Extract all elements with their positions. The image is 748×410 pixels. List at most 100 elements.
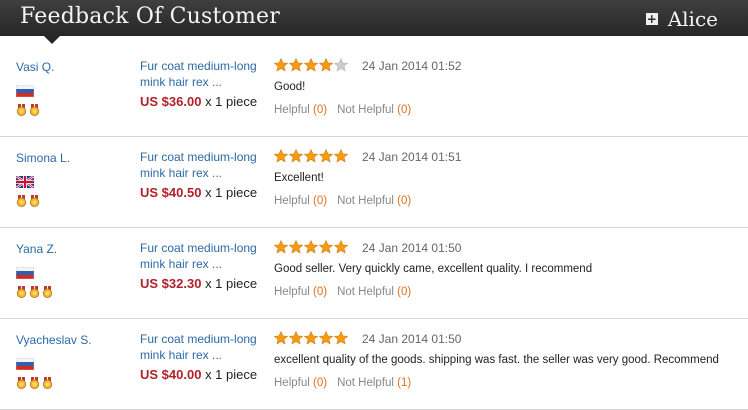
review-date: 24 Jan 2014 01:50 — [362, 332, 462, 346]
helpful-label: Helpful — [274, 195, 310, 207]
quantity-text: x 1 piece — [205, 276, 258, 291]
uk-flag-icon — [16, 176, 34, 188]
feedback-text: Good! — [274, 81, 306, 93]
helpful-button[interactable]: Helpful (0) — [274, 286, 327, 298]
star-filled-icon — [289, 58, 303, 72]
quantity-text: x 1 piece — [205, 94, 258, 109]
star-filled-icon — [304, 58, 318, 72]
helpful-label: Helpful — [274, 104, 310, 116]
page-title: Feedback Of Customer — [20, 4, 280, 29]
review-date: 24 Jan 2014 01:51 — [362, 150, 462, 164]
star-filled-icon — [274, 331, 288, 345]
review-date: 24 Jan 2014 01:50 — [362, 241, 462, 255]
buyer-name-link[interactable]: Yana Z. — [16, 242, 57, 256]
star-filled-icon — [319, 58, 333, 72]
helpful-button[interactable]: Helpful (0) — [274, 377, 327, 389]
medal-icon — [42, 286, 53, 298]
review-date: 24 Jan 2014 01:52 — [362, 59, 462, 73]
russia-flag-icon — [16, 267, 34, 279]
not-helpful-count: (0) — [397, 104, 412, 116]
buyer-medals — [16, 104, 40, 116]
helpful-label: Helpful — [274, 377, 310, 389]
vote-section: Helpful (0) Not Helpful (0) — [274, 286, 421, 298]
buyer-medals — [16, 195, 40, 207]
product-link[interactable]: Fur coat medium-long mink hair rex ... — [140, 240, 268, 272]
medal-icon — [29, 377, 40, 389]
star-filled-icon — [274, 149, 288, 163]
helpful-button[interactable]: Helpful (0) — [274, 195, 327, 207]
not-helpful-button[interactable]: Not Helpful (0) — [337, 104, 411, 116]
russia-flag-icon — [16, 85, 34, 97]
medal-icon — [42, 377, 53, 389]
star-rating — [274, 58, 348, 72]
helpful-label: Helpful — [274, 286, 310, 298]
price-line: US $40.50 x 1 piece — [140, 185, 266, 200]
feedback-text: Good seller. Very quickly came, excellen… — [274, 263, 593, 275]
not-helpful-button[interactable]: Not Helpful (1) — [337, 377, 411, 389]
star-rating — [274, 240, 348, 254]
not-helpful-count: (0) — [397, 195, 412, 207]
medal-icon — [29, 195, 40, 207]
header-pointer — [44, 36, 60, 44]
star-filled-icon — [289, 149, 303, 163]
product-link[interactable]: Fur coat medium-long mink hair rex ... — [140, 149, 268, 181]
price-value: US $32.30 — [140, 276, 202, 291]
price-line: US $32.30 x 1 piece — [140, 276, 266, 291]
star-filled-icon — [334, 149, 348, 163]
medal-icon — [16, 377, 27, 389]
review-row: Vyacheslav S. Fur coat medium-long mink h… — [0, 319, 748, 410]
vote-section: Helpful (0) Not Helpful (0) — [274, 195, 421, 207]
not-helpful-count: (0) — [397, 286, 412, 298]
review-row: Vasi Q. Fur coat medium-long mink hair re… — [0, 46, 748, 137]
star-filled-icon — [334, 240, 348, 254]
not-helpful-count: (1) — [397, 377, 412, 389]
star-rating — [274, 149, 348, 163]
helpful-button[interactable]: Helpful (0) — [274, 104, 327, 116]
medal-icon — [16, 286, 27, 298]
helpful-count: (0) — [313, 195, 328, 207]
star-filled-icon — [289, 331, 303, 345]
helpful-count: (0) — [313, 286, 328, 298]
product-link[interactable]: Fur coat medium-long mink hair rex ... — [140, 331, 268, 363]
star-filled-icon — [319, 331, 333, 345]
buyer-medals — [16, 377, 53, 389]
star-filled-icon — [304, 331, 318, 345]
helpful-count: (0) — [313, 104, 328, 116]
quantity-text: x 1 piece — [205, 367, 258, 382]
buyer-medals — [16, 286, 53, 298]
review-row: Simona L. Fur coat medium-long mink hair … — [0, 137, 748, 228]
price-line: US $40.00 x 1 piece — [140, 367, 266, 382]
not-helpful-button[interactable]: Not Helpful (0) — [337, 286, 411, 298]
product-link[interactable]: Fur coat medium-long mink hair rex ... — [140, 58, 268, 90]
buyer-name-link[interactable]: Vyacheslav S. — [16, 333, 92, 347]
star-empty-icon — [334, 58, 348, 72]
not-helpful-label: Not Helpful — [337, 104, 394, 116]
user-section[interactable]: + Alice — [645, 7, 718, 31]
feedback-text: excellent quality of the goods. shipping… — [274, 354, 719, 366]
price-line: US $36.00 x 1 piece — [140, 94, 266, 109]
buyer-name-link[interactable]: Vasi Q. — [16, 60, 54, 74]
not-helpful-button[interactable]: Not Helpful (0) — [337, 195, 411, 207]
russia-flag-icon — [16, 358, 34, 370]
feedback-header: Feedback Of Customer + Alice — [0, 0, 748, 36]
user-name[interactable]: Alice — [668, 7, 718, 31]
not-helpful-label: Not Helpful — [337, 195, 394, 207]
price-value: US $40.00 — [140, 367, 202, 382]
star-filled-icon — [289, 240, 303, 254]
medal-icon — [29, 104, 40, 116]
vote-section: Helpful (0) Not Helpful (0) — [274, 104, 421, 116]
helpful-count: (0) — [313, 377, 328, 389]
price-value: US $40.50 — [140, 185, 202, 200]
star-filled-icon — [319, 240, 333, 254]
review-row: Yana Z. Fur coat medium-long mink hair re… — [0, 228, 748, 319]
medal-icon — [16, 195, 27, 207]
medal-icon — [29, 286, 40, 298]
plus-icon[interactable]: + — [645, 13, 658, 25]
not-helpful-label: Not Helpful — [337, 377, 394, 389]
buyer-name-link[interactable]: Simona L. — [16, 151, 70, 165]
star-filled-icon — [274, 240, 288, 254]
medal-icon — [16, 104, 27, 116]
star-filled-icon — [274, 58, 288, 72]
star-filled-icon — [334, 331, 348, 345]
star-rating — [274, 331, 348, 345]
